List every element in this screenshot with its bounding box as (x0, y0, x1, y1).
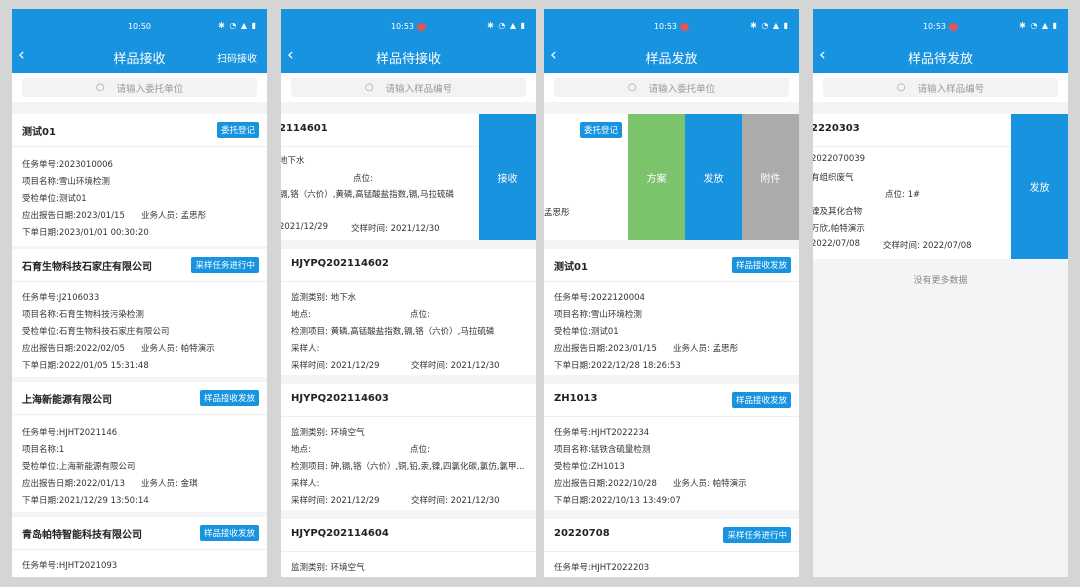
card-title: HJYPQ202114602 (291, 258, 389, 269)
search-placeholder: 请输入样品编号 (917, 83, 985, 95)
page-title: 样品待发放 (907, 52, 973, 67)
list-item[interactable]: 青岛帕特智能科技有限公司 样品接收发放 任务单号:HJHT2021093 (12, 517, 267, 577)
phone-sample-pending-dispatch: 10:53 ✱ ◔ ▲ ▮ ‹ 样品待发放 ○ 请输入样品编号 2220303 … (813, 9, 1068, 577)
list-item[interactable]: ZH1013 样品接收发放 任务单号:HJHT2022234 项目名称:锰铁含硫… (544, 384, 799, 510)
status-bar: 10:53 ✱ ◔ ▲ ▮ (281, 9, 536, 39)
status-icons: ✱ ◔ ▲ ▮ (218, 21, 257, 30)
status-badge[interactable]: 样品接收发放 (731, 392, 791, 408)
card-title: 2220303 (813, 123, 860, 134)
list-item[interactable]: HJYPQ202114603 监测类别: 环境空气 地点: 点位: 检测项目: 砷… (281, 384, 536, 510)
status-badge[interactable]: 样品接收发放 (199, 390, 259, 406)
phone-sample-pending-receive: 10:53 ✱ ◔ ▲ ▮ ‹ 样品待接收 ○ 请输入样品编号 2114601 … (281, 9, 536, 577)
search-input[interactable]: ○ 请输入样品编号 (823, 78, 1058, 97)
nav-bar: ‹ 样品待发放 (813, 39, 1068, 73)
search-icon: ○ (627, 82, 637, 93)
card-title: ZH1013 (554, 393, 598, 404)
sample-list: 2114601 地下水 点位: 镉,铬（六价）,黄磷,高锰酸盐指数,镉,马拉硫磷… (281, 111, 536, 577)
card-title: 测试01 (554, 262, 588, 273)
nav-bar: ‹ 样品待接收 (281, 39, 536, 73)
status-badge[interactable]: 采样任务进行中 (191, 257, 259, 273)
list-item-swiped[interactable]: 2220303 2022070039 有组织废气 点位: 1# 镍及其化合物 万… (813, 114, 1068, 259)
phone-sample-dispatch: 10:53 ✱ ◔ ▲ ▮ ‹ 样品发放 ○ 请输入委托单位 委托登记 孟思彤 … (544, 9, 799, 577)
status-badge[interactable]: 样品接收发放 (199, 525, 259, 541)
status-bar: 10:50 ✱ ◔ ▲ ▮ (12, 9, 267, 39)
heart-icon (680, 22, 690, 31)
search-bar: ○ 请输入委托单位 (12, 73, 267, 102)
dispatch-button[interactable]: 发放 (685, 114, 742, 240)
task-list: 测试01 委托登记 任务单号:2023010006 项目名称:雪山环境检测 受检… (12, 111, 267, 577)
list-item[interactable]: 测试01 样品接收发放 任务单号:2022120004 项目名称:雪山环境检测 … (544, 249, 799, 375)
list-item[interactable]: 石育生物科技石家庄有限公司 采样任务进行中 任务单号:J2106033 项目名称… (12, 249, 267, 377)
card-title: 2114601 (281, 123, 328, 134)
list-item-swiped[interactable]: 2114601 地下水 点位: 镉,铬（六价）,黄磷,高锰酸盐指数,镉,马拉硫磷… (281, 114, 536, 240)
plan-button[interactable]: 方案 (628, 114, 685, 240)
card-title: HJYPQ202114603 (291, 393, 389, 404)
heart-icon (949, 22, 959, 31)
sample-list: 2220303 2022070039 有组织废气 点位: 1# 镍及其化合物 万… (813, 111, 1068, 577)
status-icons: ✱ ◔ ▲ ▮ (1019, 21, 1058, 30)
phone-sample-receive: 10:50 ✱ ◔ ▲ ▮ ‹ 样品接收 扫码接收 ○ 请输入委托单位 测试01… (12, 9, 267, 577)
status-icons: ✱ ◔ ▲ ▮ (750, 21, 789, 30)
search-placeholder: 请输入样品编号 (385, 83, 453, 95)
attachment-button[interactable]: 附件 (742, 114, 799, 240)
search-bar: ○ 请输入样品编号 (281, 73, 536, 102)
heart-icon (417, 22, 427, 31)
status-badge[interactable]: 委托登记 (216, 122, 259, 138)
search-input[interactable]: ○ 请输入委托单位 (22, 78, 257, 97)
list-item[interactable]: HJYPQ202114604 监测类别: 环境空气 (281, 519, 536, 577)
search-placeholder: 请输入委托单位 (116, 83, 184, 95)
status-icons: ✱ ◔ ▲ ▮ (487, 21, 526, 30)
card-title: 20220708 (554, 528, 610, 539)
card-title: HJYPQ202114604 (291, 528, 389, 539)
status-bar: 10:53 ✱ ◔ ▲ ▮ (544, 9, 799, 39)
page-title: 样品待接收 (375, 52, 441, 67)
list-item[interactable]: 上海新能源有限公司 样品接收发放 任务单号:HJHT2021146 项目名称:1… (12, 382, 267, 512)
status-badge[interactable]: 委托登记 (580, 122, 623, 138)
list-item-swiped[interactable]: 委托登记 孟思彤 方案 发放 附件 (544, 114, 799, 240)
card-title: 测试01 (22, 127, 56, 138)
list-item[interactable]: 测试01 委托登记 任务单号:2023010006 项目名称:雪山环境检测 受检… (12, 114, 267, 246)
list-item[interactable]: HJYPQ202114602 监测类别: 地下水 地点: 点位: 检测项目: 黄磷… (281, 249, 536, 375)
task-list: 委托登记 孟思彤 方案 发放 附件 测试01 样品接收发放 任务单号:20221… (544, 111, 799, 577)
status-badge[interactable]: 采样任务进行中 (723, 527, 791, 543)
receive-button[interactable]: 接收 (479, 114, 536, 240)
page-title: 样品发放 (645, 52, 698, 67)
status-badge[interactable]: 样品接收发放 (731, 257, 791, 273)
search-bar: ○ 请输入样品编号 (813, 73, 1068, 102)
search-icon: ○ (364, 82, 374, 93)
search-icon: ○ (896, 82, 906, 93)
search-placeholder: 请输入委托单位 (648, 83, 716, 95)
dispatch-button[interactable]: 发放 (1011, 114, 1068, 259)
search-input[interactable]: ○ 请输入样品编号 (291, 78, 526, 97)
empty-hint: 没有更多数据 (913, 276, 968, 286)
search-icon: ○ (95, 82, 105, 93)
status-bar: 10:53 ✱ ◔ ▲ ▮ (813, 9, 1068, 39)
search-input[interactable]: ○ 请输入委托单位 (554, 78, 789, 97)
search-bar: ○ 请输入委托单位 (544, 73, 799, 102)
list-item[interactable]: 20220708 采样任务进行中 任务单号:HJHT2022203 (544, 519, 799, 577)
card-title: 石育生物科技石家庄有限公司 (22, 262, 152, 273)
card-title: 上海新能源有限公司 (22, 395, 112, 406)
card-title: 青岛帕特智能科技有限公司 (22, 530, 142, 541)
scan-receive-button[interactable]: 扫码接收 (217, 50, 257, 65)
nav-bar: ‹ 样品发放 (544, 39, 799, 73)
nav-bar: ‹ 样品接收 扫码接收 (12, 39, 267, 73)
